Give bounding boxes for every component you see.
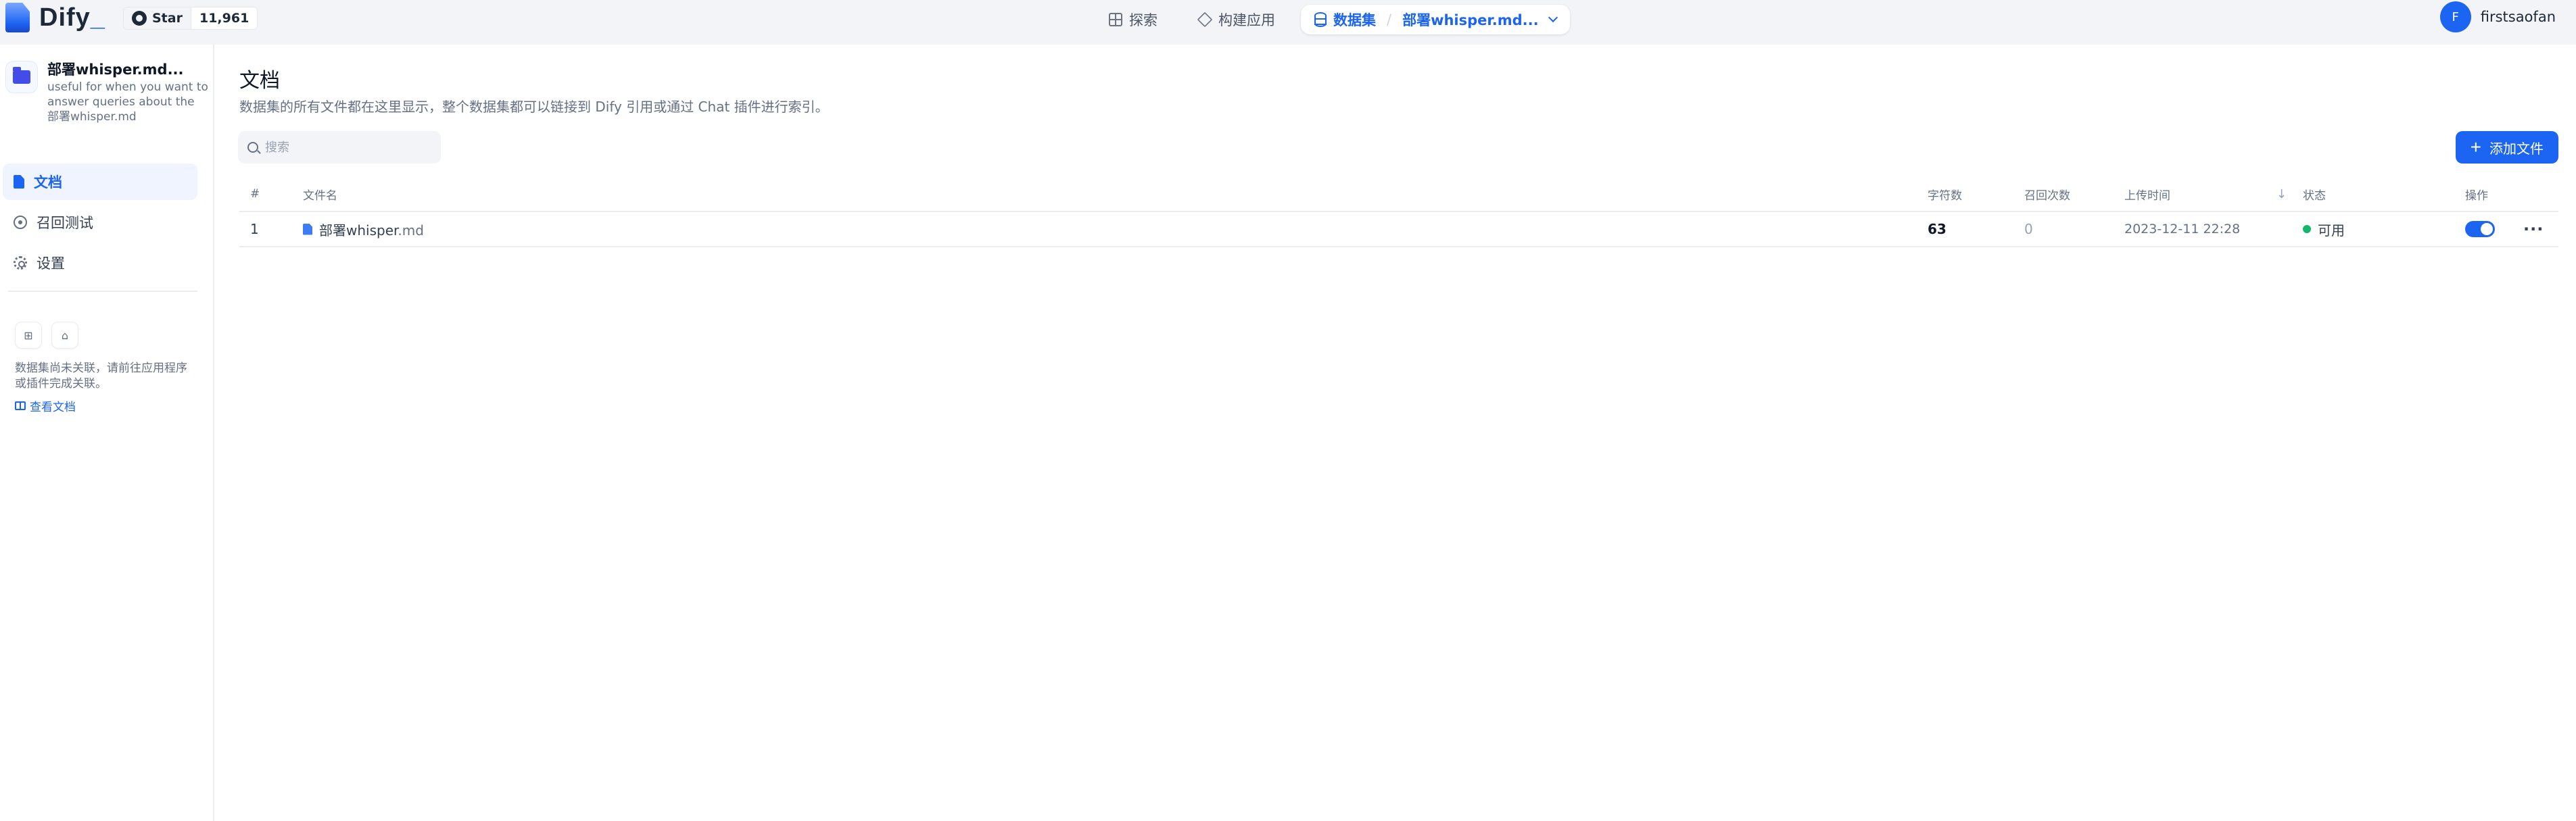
dataset-avatar [5, 61, 38, 93]
sidebar-menu: 文档 召回测试 设置 [3, 164, 197, 285]
col-name: 文件名 [303, 189, 337, 203]
github-icon [132, 11, 147, 26]
search-input[interactable] [265, 140, 427, 155]
unlinked-notice: ⊞ ⌂ 数据集尚未关联，请前往应用程序或插件完成关联。 查看文档 [15, 322, 197, 414]
row-hits: 0 [2024, 221, 2033, 237]
view-docs-label: 查看文档 [30, 401, 76, 414]
markdown-file-icon [303, 223, 312, 235]
dataset-info: 部署whisper.md... useful for when you want… [5, 61, 208, 124]
top-header: Dify_ Star 11,961 探索 构建应用 数据集 / 部署whispe… [0, 0, 2576, 45]
add-file-label: 添加文件 [2489, 141, 2544, 157]
status-label: 可用 [2318, 222, 2345, 239]
col-hits: 召回次数 [2024, 189, 2070, 203]
col-upload-time[interactable]: 上传时间 [2124, 186, 2170, 203]
col-chars: 字符数 [1928, 189, 1962, 203]
gear-icon [14, 256, 27, 270]
plus-icon: + [2470, 136, 2481, 157]
row-actions [2465, 221, 2495, 237]
row-upload-time: 2023-12-11 22:28 [2124, 222, 2241, 237]
sort-arrow-icon[interactable]: ↓ [2276, 187, 2287, 201]
user-menu[interactable]: F firstsaofan [2439, 1, 2556, 32]
nav-explore[interactable]: 探索 [1095, 5, 1171, 34]
database-icon [1314, 12, 1327, 27]
github-star-count: 11,961 [191, 7, 258, 29]
more-options-icon[interactable]: ··· [2523, 220, 2544, 239]
github-star-button[interactable]: Star 11,961 [123, 7, 258, 30]
search-icon [247, 142, 258, 153]
status-badge: 可用 [2303, 220, 2345, 239]
sidebar-divider [8, 291, 197, 292]
add-file-button[interactable]: + 添加文件 [2455, 131, 2558, 164]
apps-grid-icon: ⊞ [15, 322, 42, 349]
sidebar-item-hit-testing[interactable]: 召回测试 [3, 204, 197, 241]
unlinked-text: 数据集尚未关联，请前往应用程序或插件完成关联。 [15, 362, 187, 391]
github-star-label: Star [152, 11, 183, 26]
sidebar: 部署whisper.md... useful for when you want… [0, 45, 214, 821]
table-header: # 文件名 字符数 召回次数 上传时间 ↓ 状态 操作 [239, 177, 2558, 212]
row-file-name[interactable]: 部署whisper.md [303, 220, 424, 239]
chevron-down-icon[interactable] [1548, 12, 1558, 23]
dataset-name: 部署whisper.md... [47, 61, 184, 78]
current-dataset-selector[interactable]: 部署whisper.md... [1402, 9, 1539, 30]
logo-text: Dify [39, 3, 91, 32]
cube-icon [1197, 11, 1213, 28]
target-icon [14, 216, 27, 229]
table-row[interactable]: 1 部署whisper.md 63 0 2023-12-11 22:28 可用 … [239, 212, 2558, 247]
plugin-icon: ⌂ [51, 322, 78, 349]
dataset-description: useful for when you want to answer queri… [47, 80, 208, 124]
document-icon [14, 175, 24, 189]
grid-icon [1109, 13, 1122, 26]
page-description: 数据集的所有文件都在这里显示，整个数据集都可以链接到 Dify 引用或通过 Ch… [239, 99, 829, 115]
col-index: # [250, 187, 260, 201]
dify-logo-mark-icon [5, 3, 30, 32]
documents-table: # 文件名 字符数 召回次数 上传时间 ↓ 状态 操作 1 部署whisper.… [239, 177, 2558, 247]
sidebar-item-label: 文档 [34, 174, 62, 191]
sidebar-item-label: 设置 [37, 255, 65, 272]
book-icon [15, 401, 26, 410]
main-content: 文档 数据集的所有文件都在这里显示，整个数据集都可以链接到 Dify 引用或通过… [216, 45, 2576, 821]
file-name: 部署whisper [319, 222, 398, 239]
sidebar-item-label: 召回测试 [37, 215, 93, 231]
nav-build-label: 构建应用 [1218, 12, 1275, 28]
row-index: 1 [250, 221, 259, 237]
nav-datasets[interactable]: 数据集 / 部署whisper.md... [1301, 5, 1570, 34]
nav-build-apps[interactable]: 构建应用 [1185, 5, 1289, 34]
view-docs-link[interactable]: 查看文档 [15, 397, 197, 414]
enable-toggle[interactable] [2465, 221, 2495, 237]
nav-dataset-label: 数据集 [1333, 12, 1376, 28]
col-actions: 操作 [2465, 189, 2488, 203]
row-chars: 63 [1928, 221, 1947, 237]
status-dot-icon [2303, 225, 2311, 233]
sidebar-item-settings[interactable]: 设置 [3, 245, 197, 281]
sidebar-item-documents[interactable]: 文档 [3, 164, 197, 200]
dify-logo[interactable]: Dify_ [5, 3, 105, 32]
avatar[interactable]: F [2439, 1, 2471, 32]
user-name: firstsaofan [2480, 9, 2556, 25]
search-box[interactable] [238, 131, 441, 164]
folder-icon [13, 67, 30, 84]
file-ext: .md [398, 222, 424, 239]
nav-explore-label: 探索 [1129, 12, 1158, 28]
col-status: 状态 [2303, 189, 2326, 203]
page-title: 文档 [239, 69, 280, 93]
